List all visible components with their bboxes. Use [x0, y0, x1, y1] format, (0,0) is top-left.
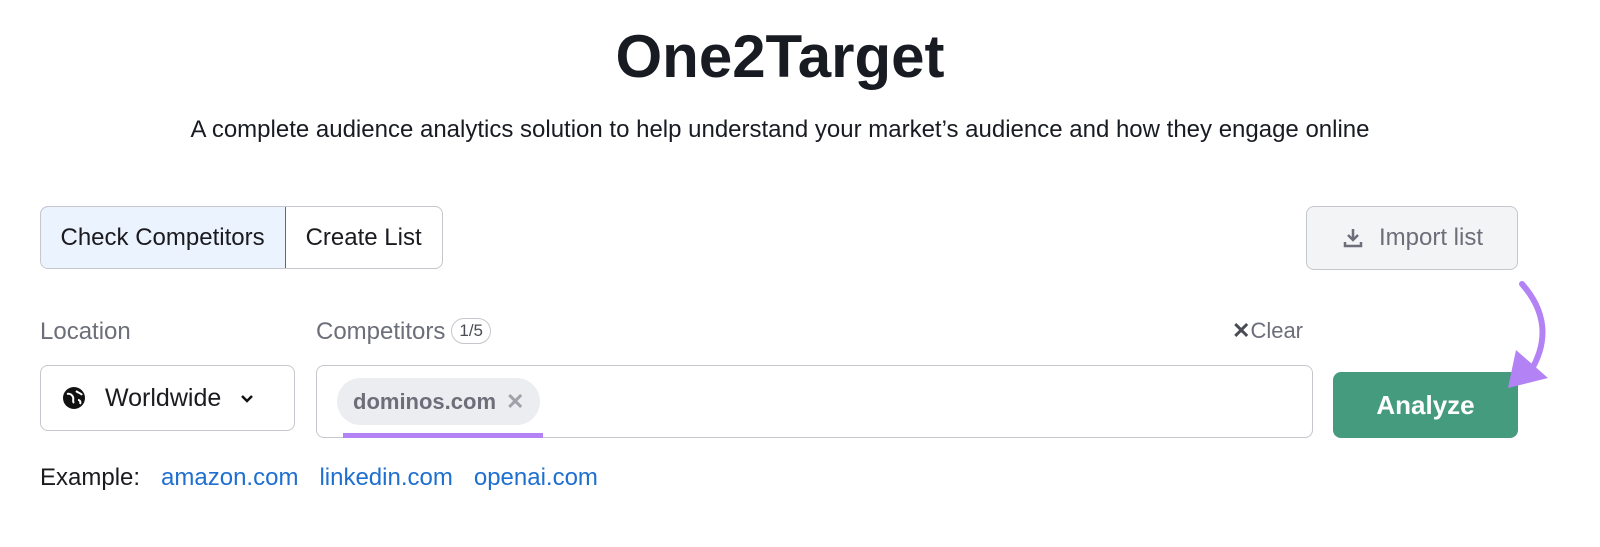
competitors-label: Competitors 1/5 — [316, 318, 492, 346]
location-label: Location — [40, 318, 131, 345]
location-select[interactable]: Worldwide — [40, 365, 295, 431]
download-icon — [1343, 229, 1363, 248]
mode-tabs: Check Competitors Create List — [40, 206, 443, 269]
location-value: Worldwide — [105, 383, 222, 412]
tab-create-list[interactable]: Create List — [286, 207, 442, 268]
page-title: One2Target — [615, 23, 945, 90]
globe-icon — [63, 387, 85, 409]
chevron-down-icon — [241, 395, 254, 403]
import-list-label: Import list — [1378, 224, 1483, 251]
competitors-count-badge: 1/5 — [451, 318, 492, 344]
competitors-label-text: Competitors — [316, 318, 446, 345]
tab-check-competitors[interactable]: Check Competitors — [40, 207, 286, 268]
clear-label: Clear — [1250, 318, 1304, 343]
annotation-underline — [343, 433, 543, 438]
competitor-chip: dominos.com ✕ — [337, 378, 541, 425]
clear-button[interactable]: ✕Clear — [1232, 318, 1303, 344]
remove-chip-icon[interactable]: ✕ — [506, 389, 524, 415]
examples-label: Example: — [40, 464, 141, 491]
competitors-input[interactable]: dominos.com ✕ — [316, 365, 1313, 438]
example-link-linkedin[interactable]: linkedin.com — [319, 464, 452, 492]
example-link-openai[interactable]: openai.com — [474, 464, 598, 492]
page-subtitle: A complete audience analytics solution t… — [190, 116, 1370, 143]
analyze-button[interactable]: Analyze — [1333, 372, 1518, 438]
annotation-arrow-icon — [1508, 281, 1548, 388]
competitor-chip-label: dominos.com — [353, 388, 497, 414]
examples: Example: amazon.com linkedin.com openai.… — [40, 464, 598, 492]
close-icon: ✕ — [1232, 318, 1251, 343]
import-list-button[interactable]: Import list — [1306, 206, 1518, 270]
example-link-amazon[interactable]: amazon.com — [161, 464, 298, 492]
